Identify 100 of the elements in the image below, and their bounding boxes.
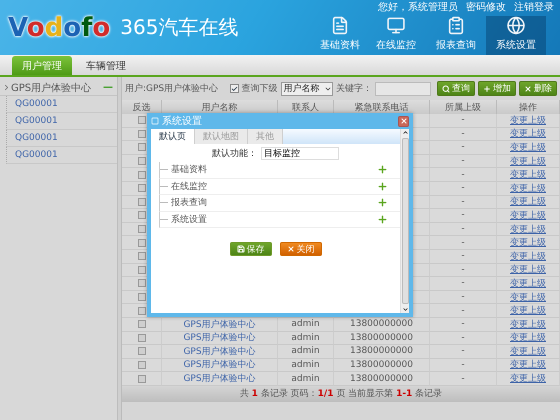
column-header: 用户名称 [162, 100, 278, 114]
expand-icon[interactable] [377, 180, 388, 192]
current-user: 用户:GPS用户体验中心 [125, 82, 218, 95]
dialog-tab[interactable]: 默认地图 [195, 129, 248, 144]
column-header: 所属上级 [430, 100, 497, 114]
row-checkbox[interactable] [138, 170, 146, 179]
keyword-field[interactable] [375, 82, 431, 96]
row-checkbox[interactable] [138, 279, 146, 288]
table-cell: - [430, 141, 497, 155]
table-cell: GPS用户体验中心 [162, 318, 278, 332]
table-cell: - [430, 182, 497, 196]
plus-icon [483, 84, 491, 92]
table-cell: - [430, 196, 497, 210]
nav-item[interactable]: 系统设置 [486, 16, 546, 55]
tree-node[interactable]: GPS用户体验中心 [11, 80, 92, 94]
table-cell: admin [278, 318, 334, 332]
row-checkbox[interactable] [138, 211, 146, 220]
table-cell: - [430, 304, 497, 318]
greeting: 您好，系统管理员 [378, 2, 458, 14]
expand-icon[interactable] [377, 164, 388, 176]
row-checkbox[interactable] [138, 266, 146, 274]
table-cell: - [430, 222, 497, 236]
search-button[interactable]: 查询 [437, 81, 475, 96]
tree-node[interactable]: QG00001 [15, 150, 58, 160]
close-icon [286, 245, 294, 253]
row-checkbox[interactable] [138, 334, 146, 342]
row-checkbox[interactable] [138, 116, 146, 124]
column-header: 紧急联系电话 [334, 100, 430, 114]
save-button[interactable]: 保存 [230, 242, 272, 256]
field-select[interactable]: 用户名称 [280, 82, 333, 96]
table-cell: GPS用户体验中心 [162, 345, 278, 359]
row-checkbox[interactable] [138, 320, 146, 328]
table-cell: - [430, 345, 497, 359]
scrollbar[interactable] [400, 129, 409, 313]
pager-text: 共 1 条记录 页码：1/1 页 当前显示第 1-1 条记录 [240, 388, 442, 400]
table-cell: GPS用户体验中心 [162, 332, 278, 346]
row-checkbox[interactable] [138, 306, 146, 315]
row-checkbox[interactable] [138, 198, 146, 206]
table-cell: 13800000000 [334, 372, 430, 386]
nav-item[interactable]: 报表查询 [426, 16, 486, 55]
module-item[interactable]: 系统设置 [171, 212, 207, 226]
close-button[interactable]: 关闭 [280, 242, 322, 256]
module-item[interactable]: 报表查询 [171, 196, 207, 210]
table-cell: 13800000000 [334, 358, 430, 372]
header-link[interactable]: 注销登录 [514, 2, 554, 14]
default-function-field[interactable]: 目标监控 [261, 146, 339, 160]
table-cell: - [430, 332, 497, 346]
keyword-label: 关键字： [336, 82, 372, 95]
expand-icon[interactable] [377, 214, 388, 225]
product-name: 365汽车在线 [120, 14, 238, 41]
row-checkbox[interactable] [138, 184, 146, 192]
module-item[interactable]: 基础资料 [171, 163, 207, 176]
column-header: 联系人 [278, 100, 334, 114]
row-checkbox[interactable] [138, 293, 146, 302]
table-cell: 13800000000 [334, 345, 430, 359]
nav-item[interactable]: 基础资料 [314, 16, 366, 55]
table-cell: - [430, 154, 497, 168]
dialog-title: 系统设置 [162, 114, 202, 128]
add-button[interactable]: 增加 [478, 81, 516, 96]
logo: Vodofo [8, 12, 110, 42]
dialog-tab[interactable]: 其他 [248, 129, 283, 144]
table-cell: - [430, 372, 497, 386]
close-button[interactable] [398, 116, 409, 126]
row-checkbox[interactable] [138, 252, 146, 260]
row-checkbox[interactable] [138, 143, 146, 152]
table-cell: admin [278, 372, 334, 386]
dialog-tab[interactable]: 默认页 [151, 129, 195, 144]
tab[interactable]: 车辆管理 [76, 56, 136, 75]
scroll-up-icon [402, 129, 408, 136]
save-icon [236, 245, 244, 253]
header-link[interactable]: 密码修改 [466, 2, 506, 14]
row-checkbox[interactable] [138, 157, 146, 166]
collapse-toggle[interactable]: — [103, 82, 113, 93]
chevron-icon [2, 83, 11, 92]
row-checkbox[interactable] [138, 374, 146, 383]
close-icon [524, 84, 532, 92]
table-cell: - [430, 236, 497, 250]
nav-item[interactable]: 在线监控 [366, 16, 426, 55]
window-icon [151, 117, 159, 125]
row-checkbox[interactable] [138, 347, 146, 356]
row-checkbox[interactable] [138, 130, 146, 138]
module-item[interactable]: 在线监控 [171, 180, 207, 193]
table-cell: - [430, 128, 497, 142]
table-cell: GPS用户体验中心 [162, 358, 278, 372]
column-header: 反选 [122, 100, 162, 114]
tree-node[interactable]: QG00001 [15, 133, 58, 143]
globe-icon [505, 16, 527, 35]
scroll-down-icon [402, 306, 408, 313]
tree-node[interactable]: QG00001 [15, 116, 58, 126]
table-cell: admin [278, 358, 334, 372]
row-checkbox[interactable] [138, 225, 146, 234]
row-checkbox[interactable] [138, 238, 146, 247]
delete-button[interactable]: 删除 [519, 81, 557, 96]
expand-icon[interactable] [377, 197, 388, 208]
row-checkbox[interactable] [138, 360, 146, 369]
table-cell: - [430, 277, 497, 291]
tree-node[interactable]: QG00001 [15, 99, 58, 109]
checkbox[interactable] [230, 84, 239, 93]
tab[interactable]: 用户管理 [12, 56, 72, 75]
close-icon [400, 117, 408, 125]
